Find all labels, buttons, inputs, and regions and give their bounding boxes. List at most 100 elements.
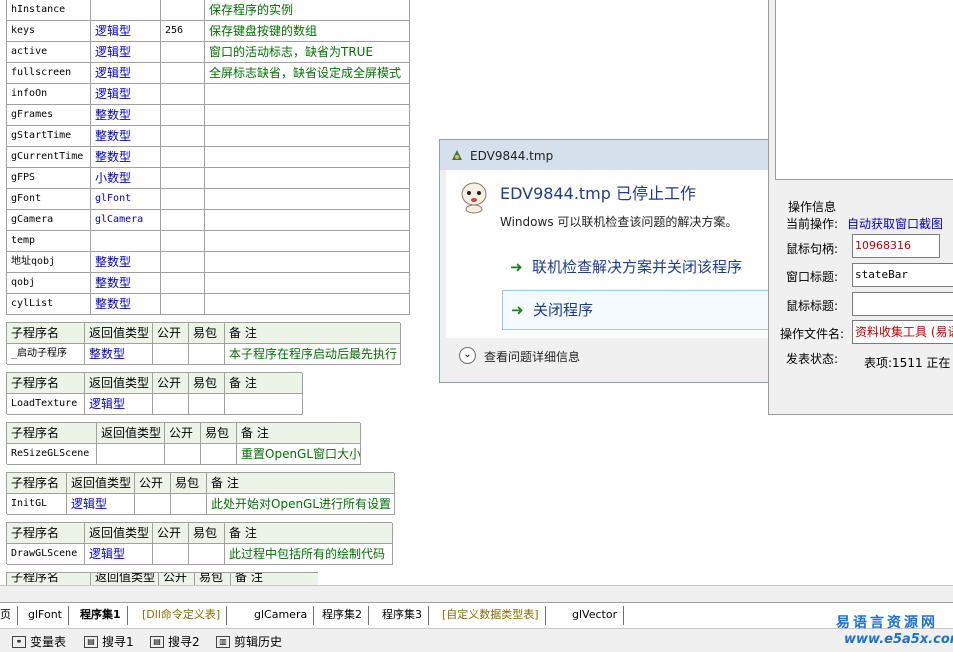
tab-5[interactable]: 程序集2 — [316, 606, 369, 625]
variable-note-cell[interactable] — [205, 126, 410, 147]
variable-array-cell[interactable] — [161, 210, 205, 231]
subprogram-return-cell[interactable]: 逻辑型 — [85, 394, 153, 415]
subprogram-name-cell[interactable]: DrawGLScene — [7, 544, 85, 565]
variable-type-cell[interactable]: 整数型 — [91, 252, 161, 273]
tab-1[interactable]: glFont — [22, 606, 69, 625]
variable-note-cell[interactable]: 保存程序的实例 — [205, 0, 410, 21]
variable-name-cell[interactable]: temp — [7, 231, 91, 252]
variable-row[interactable]: fullscreen 逻辑型 全屏标志缺省，缺省设定成全屏模式 — [7, 63, 410, 84]
variable-name-cell[interactable]: qobj — [7, 273, 91, 294]
subprogram-flag-cell[interactable] — [171, 494, 207, 515]
variable-name-cell[interactable]: infoOn — [7, 84, 91, 105]
variable-name-cell[interactable]: gFont — [7, 189, 91, 210]
subprogram-return-cell[interactable]: 逻辑型 — [85, 544, 153, 565]
check-online-button[interactable]: ➜ 联机检查解决方案并关闭该程序 — [502, 248, 792, 288]
variable-array-cell[interactable] — [161, 231, 205, 252]
variable-row[interactable]: gCurrentTime 整数型 — [7, 147, 410, 168]
variable-note-cell[interactable] — [205, 147, 410, 168]
subprogram-note-cell[interactable]: 此过程中包括所有的绘制代码 — [225, 544, 393, 565]
subprogram-return-cell[interactable]: 整数型 — [85, 344, 153, 365]
variable-type-cell[interactable]: 逻辑型 — [91, 42, 161, 63]
variable-array-cell[interactable] — [161, 84, 205, 105]
subprogram-name-cell[interactable]: ReSizeGLScene — [7, 444, 97, 465]
variable-type-cell[interactable]: glCamera — [91, 210, 161, 231]
variable-name-cell[interactable]: active — [7, 42, 91, 63]
variable-name-cell[interactable]: hInstance — [7, 0, 91, 21]
close-program-button[interactable]: ➜ 关闭程序 — [502, 290, 792, 330]
tab-7[interactable]: [自定义数据类型表] — [436, 606, 546, 625]
subprogram-flag-cell[interactable] — [165, 444, 201, 465]
subprogram-note-cell[interactable]: 本子程序在程序启动后最先执行 — [225, 344, 401, 365]
view-details-link[interactable]: 查看问题详细信息 — [484, 348, 580, 365]
variable-array-cell[interactable] — [161, 294, 205, 315]
variable-note-cell[interactable] — [205, 210, 410, 231]
toolbar-button-1[interactable]: ▤ 搜寻1 — [80, 633, 134, 651]
tab-2[interactable]: 程序集1 — [74, 606, 128, 625]
variable-type-cell[interactable]: 整数型 — [91, 147, 161, 168]
subprogram-flag-cell[interactable] — [201, 444, 237, 465]
variable-row[interactable]: infoOn 逻辑型 — [7, 84, 410, 105]
toolbar-button-0[interactable]: ⚭ 变量表 — [8, 633, 66, 651]
subprogram-name-cell[interactable]: _启动子程序 — [7, 344, 85, 365]
tab-4[interactable]: glCamera — [248, 606, 315, 625]
variable-name-cell[interactable]: cylList — [7, 294, 91, 315]
subprogram-return-cell[interactable] — [97, 444, 165, 465]
subprogram-note-cell[interactable]: 此处开始对OpenGL进行所有设置 — [207, 494, 395, 515]
variable-row[interactable]: keys 逻辑型 256 保存键盘按键的数组 — [7, 21, 410, 42]
variable-array-cell[interactable] — [161, 105, 205, 126]
variable-type-cell[interactable]: 整数型 — [91, 126, 161, 147]
toolbar-button-3[interactable]: ▥ 剪辑历史 — [212, 633, 282, 651]
subprogram-flag-cell[interactable] — [189, 344, 225, 365]
subprogram-flag-cell[interactable] — [153, 344, 189, 365]
mouse-title-field[interactable] — [852, 292, 953, 316]
tab-8[interactable]: glVector — [566, 606, 625, 625]
variable-row[interactable]: cylList 整数型 — [7, 294, 410, 315]
variable-array-cell[interactable] — [161, 0, 205, 21]
subprogram-flag-cell[interactable] — [153, 394, 189, 415]
subprogram-name-cell[interactable]: InitGL — [7, 494, 67, 515]
variable-note-cell[interactable] — [205, 294, 410, 315]
window-title-field[interactable]: stateBar — [852, 263, 953, 287]
variable-type-cell[interactable]: 整数型 — [91, 273, 161, 294]
variable-row[interactable]: gFPS 小数型 — [7, 168, 410, 189]
variable-name-cell[interactable]: gStartTime — [7, 126, 91, 147]
variable-type-cell[interactable]: glFont — [91, 189, 161, 210]
tab-3[interactable]: [Dll命令定义表] — [136, 606, 228, 625]
variable-note-cell[interactable]: 全屏标志缺省，缺省设定成全屏模式 — [205, 63, 410, 84]
op-file-field[interactable]: 资料收集工具 (易语 — [852, 320, 953, 344]
variable-note-cell[interactable] — [205, 168, 410, 189]
variable-note-cell[interactable]: 保存键盘按键的数组 — [205, 21, 410, 42]
variable-row[interactable]: 地址qobj 整数型 — [7, 252, 410, 273]
toolbar-button-2[interactable]: ▤ 搜寻2 — [146, 633, 200, 651]
variable-type-cell[interactable]: 小数型 — [91, 168, 161, 189]
subprogram-note-cell[interactable]: 重置OpenGL窗口大小 — [237, 444, 361, 465]
variable-row[interactable]: qobj 整数型 — [7, 273, 410, 294]
horizontal-scrollbar[interactable] — [0, 585, 953, 602]
variable-type-cell[interactable]: 逻辑型 — [91, 63, 161, 84]
variable-name-cell[interactable]: gCamera — [7, 210, 91, 231]
variable-type-cell[interactable]: 整数型 — [91, 105, 161, 126]
subprogram-flag-cell[interactable] — [189, 394, 225, 415]
variable-name-cell[interactable]: 地址qobj — [7, 252, 91, 273]
dialog-titlebar[interactable]: EDV9844.tmp — [440, 140, 778, 170]
variable-row[interactable]: active 逻辑型 窗口的活动标志，缺省为TRUE — [7, 42, 410, 63]
variable-name-cell[interactable]: fullscreen — [7, 63, 91, 84]
variable-row[interactable]: temp — [7, 231, 410, 252]
variable-note-cell[interactable]: 窗口的活动标志，缺省为TRUE — [205, 42, 410, 63]
variable-array-cell[interactable] — [161, 189, 205, 210]
variable-array-cell[interactable] — [161, 63, 205, 84]
variable-name-cell[interactable]: gCurrentTime — [7, 147, 91, 168]
variable-note-cell[interactable] — [205, 84, 410, 105]
subprogram-flag-cell[interactable] — [153, 544, 189, 565]
variable-array-cell[interactable] — [161, 126, 205, 147]
variable-note-cell[interactable] — [205, 189, 410, 210]
variable-note-cell[interactable] — [205, 252, 410, 273]
variable-type-cell[interactable] — [91, 231, 161, 252]
subprogram-name-cell[interactable]: LoadTexture — [7, 394, 85, 415]
variable-array-cell[interactable] — [161, 42, 205, 63]
subprogram-return-cell[interactable]: 逻辑型 — [67, 494, 135, 515]
chevron-down-icon[interactable]: ⌄ — [459, 347, 476, 364]
variable-array-cell[interactable] — [161, 252, 205, 273]
tab-6[interactable]: 程序集3 — [376, 606, 429, 625]
subprogram-note-cell[interactable] — [225, 394, 303, 415]
